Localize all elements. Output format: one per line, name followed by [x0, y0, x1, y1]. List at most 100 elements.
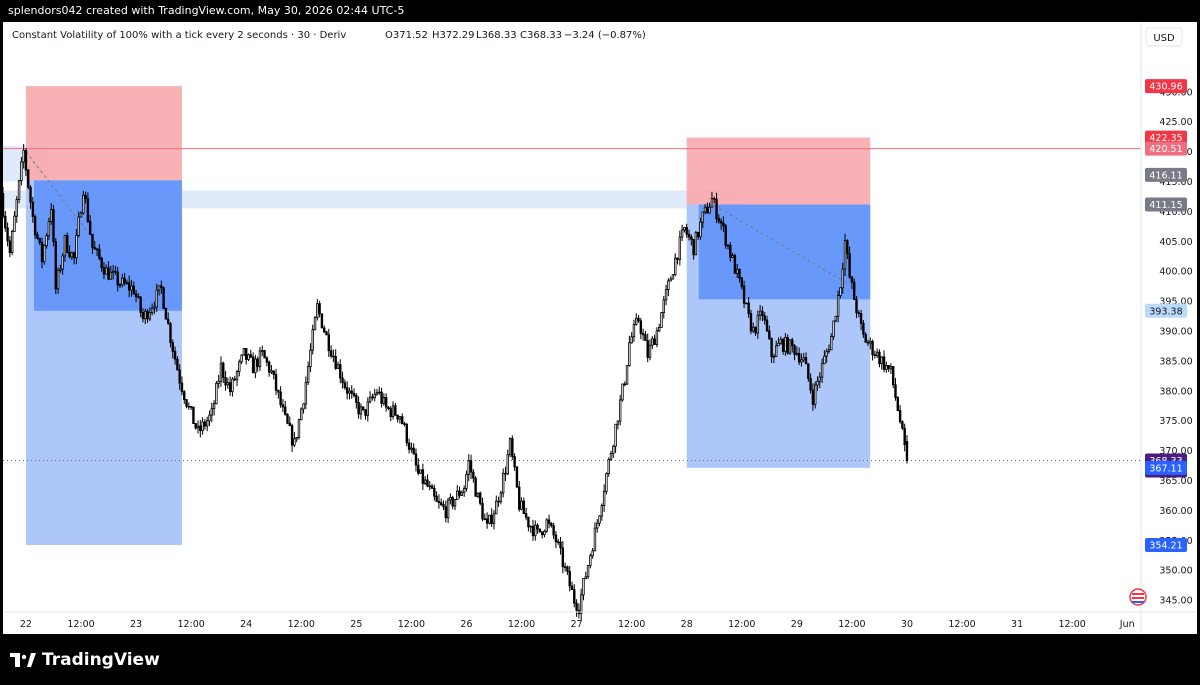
candle-body: [495, 500, 498, 515]
legend-layer: Constant Volatility of 100% with a tick …: [12, 30, 646, 41]
candle-body: [205, 420, 209, 427]
currency-button[interactable]: USD: [1145, 27, 1183, 47]
candle-body: [827, 349, 831, 352]
tradingview-logo-icon: [10, 652, 36, 667]
candle-body: [878, 351, 881, 365]
candle-body: [531, 525, 535, 537]
candle-body: [469, 460, 473, 473]
candle-body: [644, 334, 647, 341]
candle-body: [68, 251, 71, 258]
candle-body: [43, 245, 46, 263]
candle-body: [263, 350, 266, 359]
candle-body: [841, 268, 844, 289]
currency-label: USD: [1153, 33, 1175, 44]
candle-body: [472, 471, 475, 479]
candle-body: [244, 347, 248, 360]
candle-body: [579, 594, 583, 615]
candle-body: [593, 527, 597, 552]
candle-body: [405, 423, 409, 444]
candle-body: [38, 237, 41, 243]
candle-body: [694, 231, 698, 256]
candle-body: [210, 408, 213, 416]
candle-body: [669, 278, 672, 282]
candle-body: [774, 345, 778, 357]
candle-body: [258, 350, 262, 368]
candle-body: [761, 310, 764, 317]
candle-body: [160, 285, 163, 288]
y-tick-label: 365.00: [1159, 476, 1192, 487]
candle-body: [680, 229, 684, 238]
candle-body: [905, 441, 909, 461]
candle-body: [336, 364, 340, 369]
candle-body: [215, 383, 218, 405]
candle-body: [788, 339, 792, 354]
candle-body: [722, 222, 725, 227]
candle-body: [412, 447, 415, 455]
candle-body: [341, 377, 344, 384]
candle-body: [389, 408, 392, 418]
candle-body: [93, 247, 96, 250]
candle-body: [639, 320, 643, 334]
candle-body: [219, 362, 223, 382]
candle-body: [125, 282, 129, 284]
candle-body: [777, 342, 780, 347]
chart-area[interactable]: 345.00350.00355.00360.00365.00370.00375.…: [3, 22, 1197, 634]
candle-body: [256, 358, 259, 368]
candle-body: [345, 387, 349, 394]
y-tick-label: 405.00: [1159, 237, 1192, 248]
x-tick-label: 12:00: [618, 619, 645, 630]
candle-body: [222, 362, 225, 378]
candle-body: [139, 296, 142, 313]
candle-body: [132, 285, 135, 295]
candle-body: [373, 393, 376, 399]
candle-body: [261, 350, 264, 352]
candle-body: [901, 421, 904, 429]
candlestick-chart[interactable]: 345.00350.00355.00360.00365.00370.00375.…: [3, 22, 1197, 634]
candle-body: [127, 282, 131, 291]
x-tick-label: 12:00: [288, 619, 315, 630]
candle-body: [118, 284, 122, 286]
candle-body: [240, 354, 243, 363]
candle-body: [756, 314, 760, 334]
candle-body: [708, 206, 711, 214]
candle-body: [513, 456, 516, 468]
candle-body: [703, 206, 707, 213]
candle-body: [380, 391, 383, 404]
candle-body: [635, 317, 638, 325]
candle-body: [251, 356, 255, 374]
candle-body: [36, 234, 39, 239]
candle-body: [91, 233, 94, 248]
candle-body: [706, 206, 709, 214]
candle-body: [696, 231, 700, 238]
candle-body: [6, 227, 9, 242]
candle-body: [366, 401, 370, 416]
price-axis-tag-text: 411.15: [1149, 200, 1182, 211]
candle-body: [520, 500, 523, 510]
x-tick-label: 26: [460, 619, 472, 630]
candle-body: [655, 330, 659, 345]
candle-body: [401, 416, 404, 425]
candle-body: [892, 366, 895, 386]
candle-body: [862, 322, 865, 335]
candle-body: [426, 479, 429, 487]
candle-body: [187, 405, 191, 408]
candle-body: [538, 528, 542, 533]
candle-body: [809, 378, 812, 391]
x-tick-label: 23: [130, 619, 142, 630]
bottom-right-badge-icon[interactable]: [1129, 588, 1147, 606]
candle-body: [662, 299, 665, 313]
candle-body: [196, 425, 200, 429]
candle-body: [648, 344, 652, 358]
candle-body: [334, 356, 337, 369]
candle-body: [735, 268, 739, 274]
candle-body: [800, 359, 803, 363]
candle-body: [575, 602, 578, 611]
candle-body: [836, 295, 840, 317]
candle-body: [848, 253, 851, 278]
candle-body: [692, 238, 695, 256]
candle-body: [802, 357, 805, 361]
candle-body: [176, 358, 179, 371]
candle-body: [589, 555, 592, 566]
candle-body: [134, 293, 138, 298]
candle-body: [203, 421, 207, 427]
